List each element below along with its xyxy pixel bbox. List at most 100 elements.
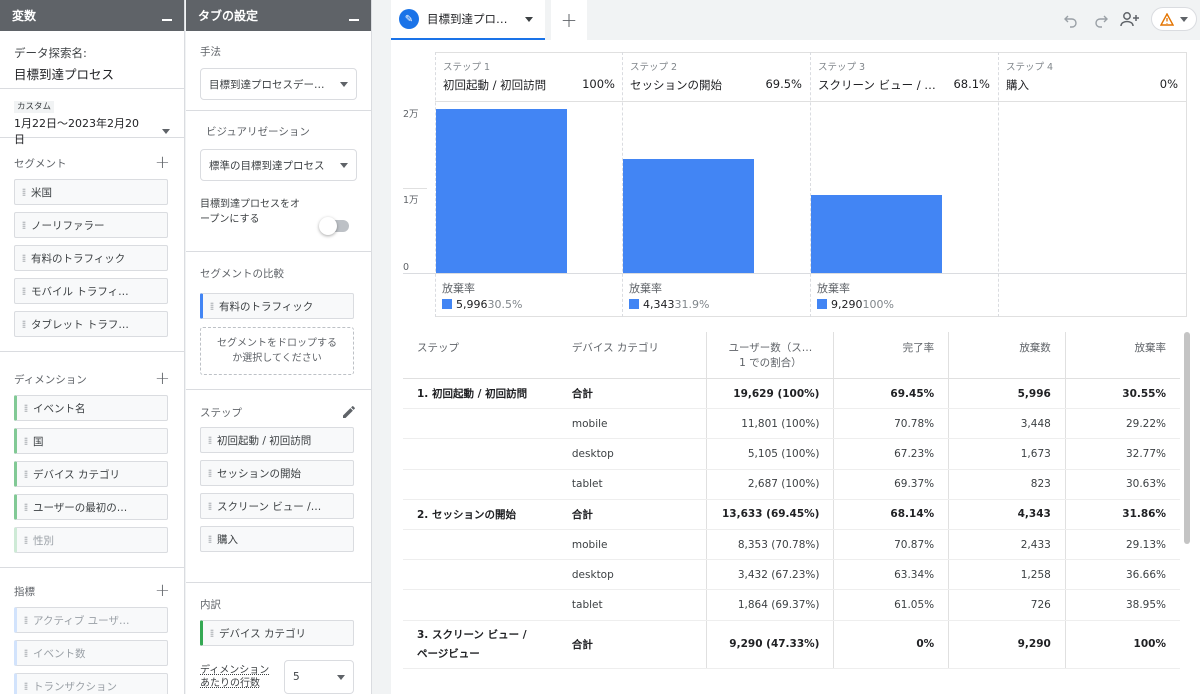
abandon-rate-block[interactable]: 放棄率 9,290100% <box>817 280 894 311</box>
visualization-select[interactable]: 標準の目標到達プロセス <box>200 149 357 181</box>
table-row[interactable]: tablet 1,864 (69.37%) 61.05% 726 38.95% <box>403 589 1180 621</box>
cell-step: 3. スクリーン ビュー / ページビュー <box>403 620 558 669</box>
cell-step <box>403 438 558 470</box>
funnel-bar[interactable] <box>623 159 754 273</box>
table-row-total[interactable]: 1. 初回起動 / 初回訪問 合計 19,629 (100%) 69.45% 5,996… <box>403 378 1180 410</box>
open-funnel-toggle[interactable] <box>319 217 349 235</box>
add-metric-icon[interactable]: + <box>155 582 170 600</box>
col-header-completion[interactable]: 完了率 <box>833 332 949 379</box>
table-row[interactable]: mobile 8,353 (70.78%) 70.87% 2,433 29.13% <box>403 529 1180 561</box>
funnel-step-header[interactable]: ステップ 1 初回起動 / 初回訪問 100% <box>435 52 623 102</box>
breakdown-chip[interactable]: ⁞⁞ デバイス カテゴリ <box>200 620 354 646</box>
drag-handle-icon[interactable]: ⁞⁞ <box>17 402 33 415</box>
edit-pencil-icon[interactable] <box>341 404 357 420</box>
drag-handle-icon[interactable]: ⁞⁞ <box>201 533 217 546</box>
drag-handle-icon[interactable]: ⁞⁞ <box>17 534 33 547</box>
cell-abandon-rate: 30.55% <box>1064 378 1180 410</box>
drag-handle-icon[interactable]: ⁞⁞ <box>17 501 33 514</box>
cell-abandons: 9,290 <box>948 620 1066 669</box>
abandon-rate-block[interactable]: 放棄率 4,34331.9% <box>629 280 709 311</box>
step-chip[interactable]: ⁞⁞ セッションの開始 <box>200 460 354 486</box>
drag-handle-icon[interactable]: ⁞⁞ <box>203 627 219 640</box>
step-chip[interactable]: ⁞⁞ 購入 <box>200 526 354 552</box>
step-name: セッションの開始 <box>630 78 722 92</box>
exploration-name-input[interactable]: 目標到達プロセス <box>14 64 170 83</box>
table-row[interactable]: mobile 11,801 (100%) 70.78% 3,448 29.22% <box>403 408 1180 440</box>
chevron-down-icon[interactable] <box>162 128 170 134</box>
minimize-icon[interactable] <box>162 18 172 21</box>
table-row-total[interactable]: 2. セッションの開始 合計 13,633 (69.45%) 68.14% 4,343 3… <box>403 499 1180 530</box>
technique-select[interactable]: 目標到達プロセスデー… <box>200 68 357 100</box>
undo-icon[interactable] <box>1063 12 1079 28</box>
drag-handle-icon[interactable]: ⁞⁞ <box>17 680 33 693</box>
drag-handle-icon[interactable]: ⁞⁞ <box>17 435 33 448</box>
segment-chip[interactable]: ⁞⁞ 米国 <box>14 179 168 205</box>
drag-handle-icon[interactable]: ⁞⁞ <box>201 434 217 447</box>
funnel-step-header[interactable]: ステップ 3 スクリーン ビュー / … 68.1% <box>810 52 998 102</box>
step-name: スクリーン ビュー / … <box>818 78 936 92</box>
drag-handle-icon[interactable]: ⁞⁞ <box>15 285 31 298</box>
table-row[interactable]: tablet 2,687 (100%) 69.37% 823 30.63% <box>403 469 1180 500</box>
metric-chip[interactable]: ⁞⁞ トランザクション <box>14 673 168 694</box>
abandon-rate-block[interactable]: 放棄率 5,99630.5% <box>442 280 522 311</box>
add-dimension-icon[interactable]: + <box>155 370 170 388</box>
dimension-chip[interactable]: ⁞⁞ ユーザーの最初の… <box>14 494 168 520</box>
segment-drop-zone[interactable]: セグメントをドロップする か選択してください <box>200 327 354 375</box>
chevron-down-icon[interactable] <box>525 16 533 22</box>
add-segment-icon[interactable]: + <box>155 154 170 172</box>
abandon-value: 5,996 <box>456 298 488 311</box>
step-chip[interactable]: ⁞⁞ スクリーン ビュー /… <box>200 493 354 519</box>
step-chip[interactable]: ⁞⁞ 初回起動 / 初回訪問 <box>200 427 354 453</box>
segment-compare-chip[interactable]: ⁞⁞ 有料のトラフィック <box>200 293 354 319</box>
segment-chip[interactable]: ⁞⁞ タブレット トラフ… <box>14 311 168 337</box>
share-users-icon[interactable] <box>1119 10 1141 28</box>
drag-handle-icon[interactable]: ⁞⁞ <box>15 318 31 331</box>
funnel-step-header[interactable]: ステップ 4 購入 0% <box>998 52 1186 102</box>
metric-chip[interactable]: ⁞⁞ イベント数 <box>14 640 168 666</box>
minimize-icon[interactable] <box>349 18 359 21</box>
segment-chip[interactable]: ⁞⁞ 有料のトラフィック <box>14 245 168 271</box>
segment-chip[interactable]: ⁞⁞ ノーリファラー <box>14 212 168 238</box>
variables-title: 変数 <box>12 9 37 23</box>
drag-handle-icon[interactable]: ⁞⁞ <box>15 219 31 232</box>
col-header-users[interactable]: ユーザー数（ス… 1 での割合） <box>706 332 834 379</box>
date-range-section[interactable]: カスタム 1月22日～2023年2月20日 <box>0 89 184 146</box>
redo-icon[interactable] <box>1093 12 1109 28</box>
segment-chip-label: モバイル トラフィ… <box>31 285 129 298</box>
drag-handle-icon[interactable]: ⁞⁞ <box>201 467 217 480</box>
table-scrollbar[interactable] <box>1184 332 1190 544</box>
y-tick-label: 1万 <box>403 195 419 206</box>
col-header-abandon-rate[interactable]: 放棄率 <box>1064 332 1180 379</box>
dimension-chip[interactable]: ⁞⁞ 国 <box>14 428 168 454</box>
drag-handle-icon[interactable]: ⁞⁞ <box>17 468 33 481</box>
col-header-step[interactable]: ステップ <box>403 332 558 379</box>
dimension-chip[interactable]: ⁞⁞ デバイス カテゴリ <box>14 461 168 487</box>
drag-handle-icon[interactable]: ⁞⁞ <box>203 300 219 313</box>
legend-swatch <box>442 299 452 309</box>
rows-per-dimension-select[interactable]: 5 <box>284 660 354 694</box>
drag-handle-icon[interactable]: ⁞⁞ <box>15 186 31 199</box>
drag-handle-icon[interactable]: ⁞⁞ <box>17 647 33 660</box>
add-tab-button[interactable]: + <box>551 0 587 40</box>
warning-menu-button[interactable] <box>1151 7 1197 31</box>
table-row[interactable]: desktop 5,105 (100%) 67.23% 1,673 32.77% <box>403 438 1180 470</box>
table-row-total[interactable]: 3. スクリーン ビュー / ページビュー 合計 9,290 (47.33%) 0% 9,… <box>403 620 1180 669</box>
segment-chip[interactable]: ⁞⁞ モバイル トラフィ… <box>14 278 168 304</box>
funnel-bar[interactable] <box>811 195 942 273</box>
metric-chip[interactable]: ⁞⁞ アクティブ ユーザ… <box>14 607 168 633</box>
funnel-bar[interactable] <box>436 109 567 273</box>
rows-per-dimension-label: ディメンション あたりの行数 <box>200 664 284 690</box>
col-header-abandons[interactable]: 放棄数 <box>948 332 1066 379</box>
drag-handle-icon[interactable]: ⁞⁞ <box>201 500 217 513</box>
table-row[interactable]: desktop 3,432 (67.23%) 63.34% 1,258 36.66% <box>403 559 1180 591</box>
tab-funnel[interactable]: ✎ 目標到達プロ… <box>391 0 545 40</box>
cell-device: 合計 <box>557 378 707 410</box>
funnel-step-header[interactable]: ステップ 2 セッションの開始 69.5% <box>622 52 810 102</box>
drag-handle-icon[interactable]: ⁞⁞ <box>17 614 33 627</box>
step-divider <box>810 52 811 317</box>
chevron-down-icon <box>340 81 348 87</box>
dimension-chip[interactable]: ⁞⁞ 性別 <box>14 527 168 553</box>
drag-handle-icon[interactable]: ⁞⁞ <box>15 252 31 265</box>
dimension-chip[interactable]: ⁞⁞ イベント名 <box>14 395 168 421</box>
col-header-device[interactable]: デバイス カテゴリ <box>557 332 707 379</box>
